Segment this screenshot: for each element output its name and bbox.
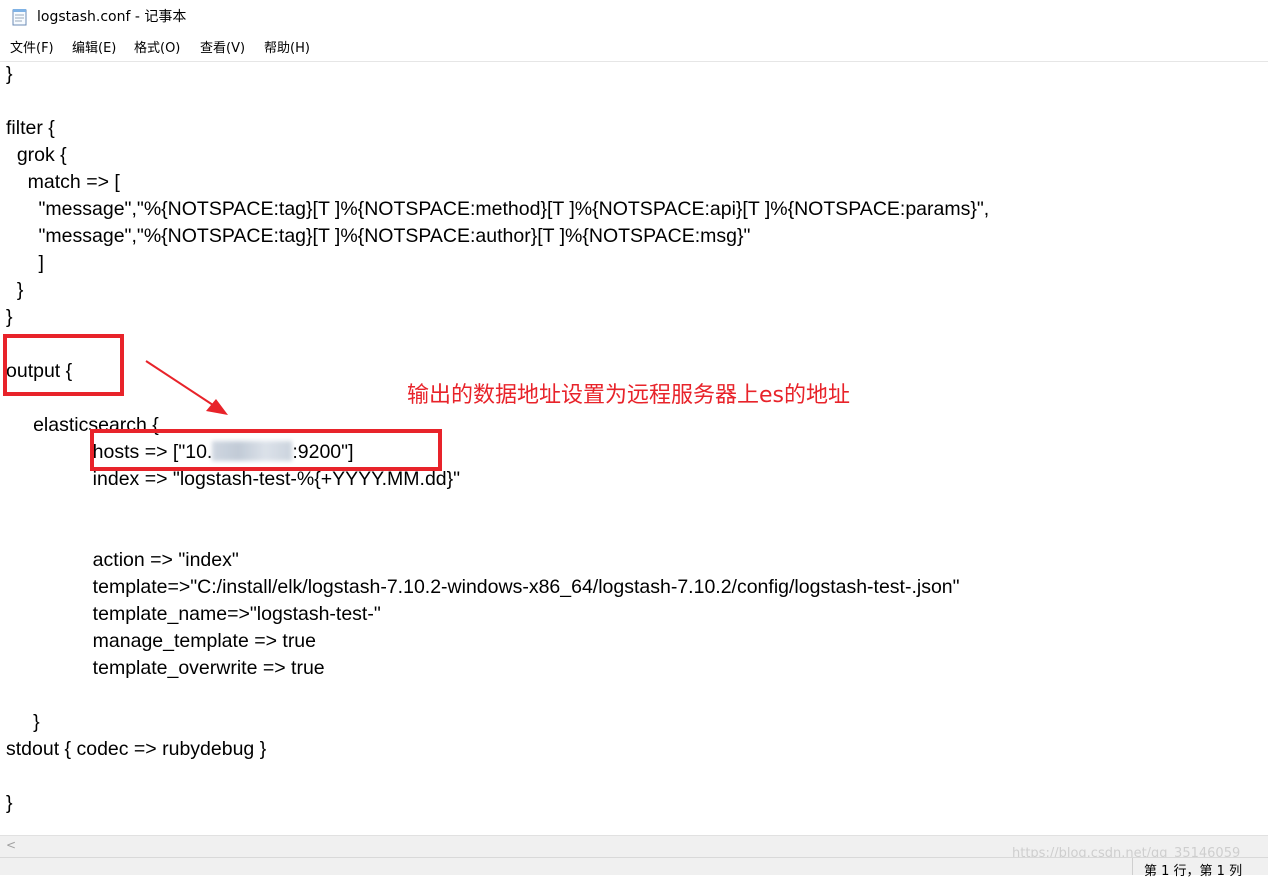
highlight-box-hosts	[90, 429, 442, 471]
code-line: action => "index"	[6, 549, 239, 571]
menu-edit[interactable]: 编辑(E)	[72, 40, 116, 58]
code-line: ]	[6, 252, 44, 274]
menu-help[interactable]: 帮助(H)	[264, 40, 310, 58]
code-line: stdout { codec => rubydebug }	[6, 738, 267, 760]
menu-view[interactable]: 查看(V)	[200, 40, 245, 58]
notepad-icon	[12, 9, 27, 26]
arrow-icon	[145, 360, 228, 415]
code-line: }	[6, 63, 13, 85]
menu-format[interactable]: 格式(O)	[134, 40, 180, 58]
code-line: match => [	[6, 171, 120, 193]
code-line: }	[6, 792, 13, 814]
code-line: "message","%{NOTSPACE:tag}[T ]%{NOTSPACE…	[6, 198, 990, 220]
code-line: }	[6, 711, 40, 733]
code-line: template=>"C:/install/elk/logstash-7.10.…	[6, 576, 960, 598]
window-title: logstash.conf - 记事本	[37, 9, 187, 25]
code-line: }	[6, 279, 24, 301]
code-line: manage_template => true	[6, 630, 317, 652]
code-line: template_overwrite => true	[6, 657, 325, 679]
scroll-left-arrow-icon[interactable]: <	[6, 838, 16, 852]
status-divider	[1132, 858, 1133, 875]
annotation-text: 输出的数据地址设置为远程服务器上es的地址	[407, 383, 850, 408]
status-bar: 第 1 行，第 1 列	[0, 857, 1268, 879]
highlight-box-output	[3, 334, 124, 396]
code-line: "message","%{NOTSPACE:tag}[T ]%{NOTSPACE…	[6, 225, 751, 247]
code-line: template_name=>"logstash-test-"	[6, 603, 381, 625]
cursor-position: 第 1 行，第 1 列	[1144, 864, 1243, 879]
menu-bar: 文件(F) 编辑(E) 格式(O) 查看(V) 帮助(H)	[0, 37, 1268, 62]
code-line: }	[6, 306, 13, 328]
code-line: filter {	[6, 117, 55, 139]
menu-file[interactable]: 文件(F)	[10, 40, 54, 58]
code-line: grok {	[6, 144, 67, 166]
title-bar: logstash.conf - 记事本	[0, 0, 1268, 34]
